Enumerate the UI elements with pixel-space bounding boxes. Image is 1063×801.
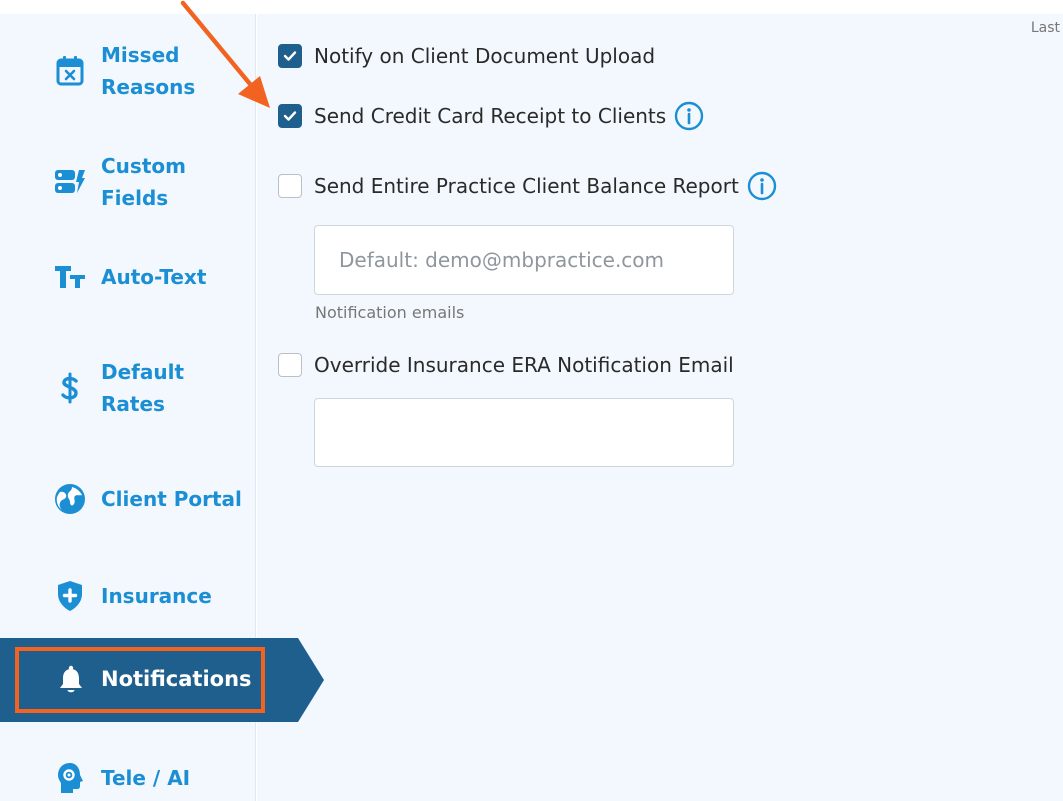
sidebar-item-insurance[interactable]: Insurance	[0, 580, 256, 612]
bell-icon	[55, 664, 87, 696]
info-icon[interactable]	[674, 101, 704, 131]
sidebar-item-label: Client Portal	[101, 487, 242, 511]
era-override-label: Override Insurance ERA Notification Emai…	[314, 353, 734, 377]
balance-report-checkbox[interactable]	[278, 174, 302, 198]
sidebar-item-tele-ai[interactable]: Tele / AI	[0, 762, 256, 794]
last-label: Last	[1030, 20, 1060, 36]
sidebar-item-label: Notifications	[101, 667, 252, 691]
era-email-input[interactable]	[314, 398, 734, 467]
head-ai-icon	[54, 762, 86, 794]
sidebar-item-custom-fields[interactable]: Custom Fields	[0, 150, 256, 214]
send-receipt-label: Send Credit Card Receipt to Clients	[314, 104, 667, 128]
notification-email-help: Notification emails	[315, 303, 465, 322]
annotation-arrow	[180, 0, 270, 108]
balance-report-option: Send Entire Practice Client Balance Repo…	[278, 171, 777, 201]
era-override-option: Override Insurance ERA Notification Emai…	[278, 353, 734, 377]
sidebar-item-default-rates[interactable]: Default Rates	[0, 356, 256, 420]
sidebar-item-label: Default Rates	[101, 360, 185, 416]
send-receipt-option: Send Credit Card Receipt to Clients	[278, 101, 704, 131]
text-size-icon	[54, 261, 86, 293]
sidebar-item-label: Custom Fields	[101, 154, 186, 210]
sidebar-item-auto-text[interactable]: Auto-Text	[0, 261, 256, 293]
shield-plus-icon	[54, 580, 86, 612]
notify-upload-label: Notify on Client Document Upload	[314, 44, 656, 68]
balance-report-label: Send Entire Practice Client Balance Repo…	[314, 174, 739, 198]
notification-email-input[interactable]	[314, 225, 734, 295]
custom-fields-icon	[54, 166, 86, 198]
sidebar-item-label: Tele / AI	[101, 766, 191, 790]
dollar-icon	[54, 372, 86, 404]
sidebar-item-notifications[interactable]: Notifications	[0, 638, 324, 722]
globe-icon	[54, 483, 86, 515]
era-override-checkbox[interactable]	[278, 353, 302, 377]
sidebar-item-label: Auto-Text	[101, 265, 207, 289]
sidebar-item-client-portal[interactable]: Client Portal	[0, 483, 256, 515]
notify-upload-option: Notify on Client Document Upload	[278, 44, 655, 68]
info-icon[interactable]	[747, 171, 777, 201]
sidebar-item-label: Insurance	[101, 584, 212, 608]
